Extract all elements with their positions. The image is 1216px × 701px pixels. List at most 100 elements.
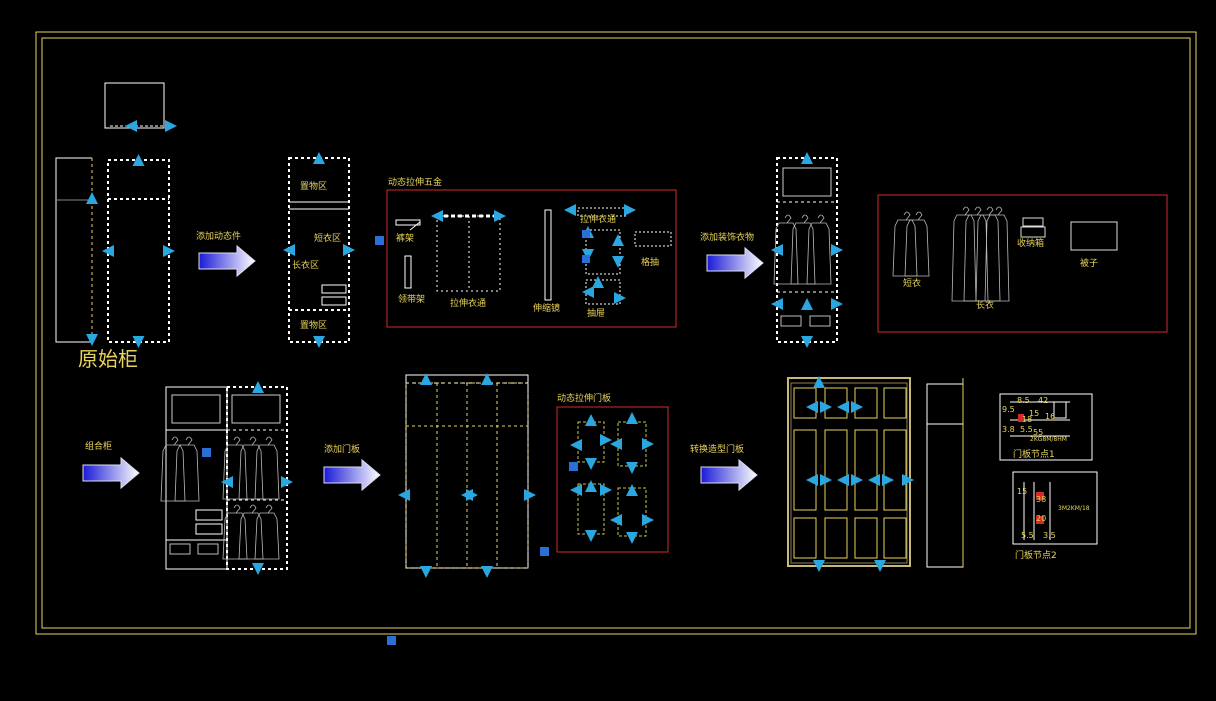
grip-handle[interactable]: [806, 474, 818, 486]
flow-arrow-4: [323, 458, 381, 492]
node1-dim: 5.5: [1020, 425, 1033, 434]
storage-box: [169, 543, 191, 555]
grip-handle[interactable]: [837, 401, 849, 413]
base-grip-square[interactable]: [582, 230, 590, 238]
node1-label: 门板节点1: [1013, 450, 1055, 460]
grip-handle[interactable]: [610, 514, 622, 526]
cad-drawing-canvas[interactable]: [0, 0, 1216, 701]
grip-handle[interactable]: [600, 484, 612, 496]
grip-handle[interactable]: [626, 462, 638, 474]
grip-handle[interactable]: [600, 434, 612, 446]
grip-handle[interactable]: [494, 210, 506, 222]
add-door-label: 添加门板: [324, 445, 361, 455]
grip-handle[interactable]: [868, 474, 880, 486]
grip-handle[interactable]: [626, 532, 638, 544]
zone-top-label: 置物区: [300, 182, 328, 192]
grip-handle[interactable]: [820, 401, 832, 413]
grip-handle[interactable]: [820, 474, 832, 486]
storage-box-icon: [1020, 226, 1046, 238]
small-drawer: [195, 523, 223, 535]
grip-handle[interactable]: [585, 458, 597, 470]
node1-dim: 42: [1038, 396, 1049, 405]
grip-handle[interactable]: [882, 474, 894, 486]
grip-handle[interactable]: [851, 474, 863, 486]
door-upper-panel: [854, 387, 878, 419]
side-view-cabinet: [926, 383, 964, 568]
base-grip-square[interactable]: [540, 547, 549, 556]
door-style: [617, 421, 647, 467]
grip-handle[interactable]: [564, 204, 576, 216]
grip-handle[interactable]: [612, 256, 624, 268]
long-coat-label: 长衣: [976, 301, 995, 311]
node1-note: 2KG8M/8HM: [1030, 436, 1067, 443]
grip-handle[interactable]: [642, 514, 654, 526]
grip-handle[interactable]: [902, 474, 914, 486]
door-panel-box: [556, 406, 669, 553]
grip-handle[interactable]: [585, 480, 597, 492]
base-grip-square[interactable]: [582, 255, 590, 263]
door-middle-panel: [824, 429, 848, 511]
zone-short-label: 短衣区: [314, 234, 342, 244]
node2-note: 3M2KM/18: [1058, 505, 1090, 512]
grip-handle[interactable]: [86, 192, 98, 204]
add-dynamic-parts-label: 添加动态件: [196, 232, 242, 242]
short-coat-label: 短衣: [903, 279, 922, 289]
grip-handle[interactable]: [592, 276, 604, 288]
grip-handle[interactable]: [801, 298, 813, 310]
base-grip-square[interactable]: [375, 236, 384, 245]
grid-drawer-icon: [634, 231, 672, 247]
flow-arrow-3: [82, 456, 140, 490]
grip-handle[interactable]: [86, 334, 98, 346]
grip-handle[interactable]: [806, 401, 818, 413]
grip-handle[interactable]: [481, 566, 493, 578]
original-cabinet-title: 原始柜: [78, 347, 138, 371]
grip-handle[interactable]: [585, 414, 597, 426]
door-panel-title: 动态拉伸门板: [557, 394, 612, 404]
grip-handle[interactable]: [398, 489, 410, 501]
door-lower-panel: [793, 517, 817, 559]
door-lower-panel: [854, 517, 878, 559]
grip-handle[interactable]: [570, 484, 582, 496]
rod-top-label: 拉伸衣通: [580, 215, 617, 225]
tie-rack-icon: [404, 255, 412, 289]
garment-outline: [174, 436, 200, 502]
door-upper-panel: [793, 387, 817, 419]
grip-handle[interactable]: [570, 439, 582, 451]
storage-box: [809, 315, 831, 327]
storage-box-icon: [1022, 217, 1044, 227]
garment-outline: [984, 206, 1010, 302]
zone-bottom-label: 置物区: [300, 321, 328, 331]
grip-handle[interactable]: [642, 438, 654, 450]
grip-handle[interactable]: [612, 234, 624, 246]
grip-handle[interactable]: [837, 474, 849, 486]
grip-handle[interactable]: [610, 438, 622, 450]
combo-cabinet-label: 组合柜: [85, 442, 113, 452]
grip-handle[interactable]: [851, 401, 863, 413]
small-drawer: [195, 509, 223, 521]
grip-handle[interactable]: [626, 484, 638, 496]
grip-handle[interactable]: [165, 120, 177, 132]
small-drawer: [321, 284, 347, 294]
grid-drawer-label: 格抽: [641, 258, 660, 268]
grip-handle[interactable]: [585, 530, 597, 542]
mirror-label: 伸缩镜: [533, 304, 561, 314]
storage-box: [197, 543, 219, 555]
node2-dim: 15: [1017, 487, 1028, 496]
grip-handle[interactable]: [420, 566, 432, 578]
side-profile: [55, 157, 92, 343]
node2-label: 门板节点2: [1015, 551, 1057, 561]
garment-outline: [238, 504, 264, 560]
base-grip-square[interactable]: [202, 448, 211, 457]
original-cabinet-front: [107, 159, 170, 343]
hardware-panel-title: 动态拉伸五金: [388, 178, 443, 188]
pants-rack-icon: [409, 221, 421, 231]
base-grip-square[interactable]: [569, 462, 578, 471]
zone-long-label: 长衣区: [292, 261, 320, 271]
node1-profile: [1053, 401, 1067, 419]
base-grip-square[interactable]: [387, 636, 396, 645]
grip-handle[interactable]: [626, 412, 638, 424]
grip-handle[interactable]: [624, 204, 636, 216]
grip-handle[interactable]: [524, 489, 536, 501]
quilt-label: 被子: [1080, 259, 1099, 269]
grip-handle[interactable]: [125, 120, 137, 132]
